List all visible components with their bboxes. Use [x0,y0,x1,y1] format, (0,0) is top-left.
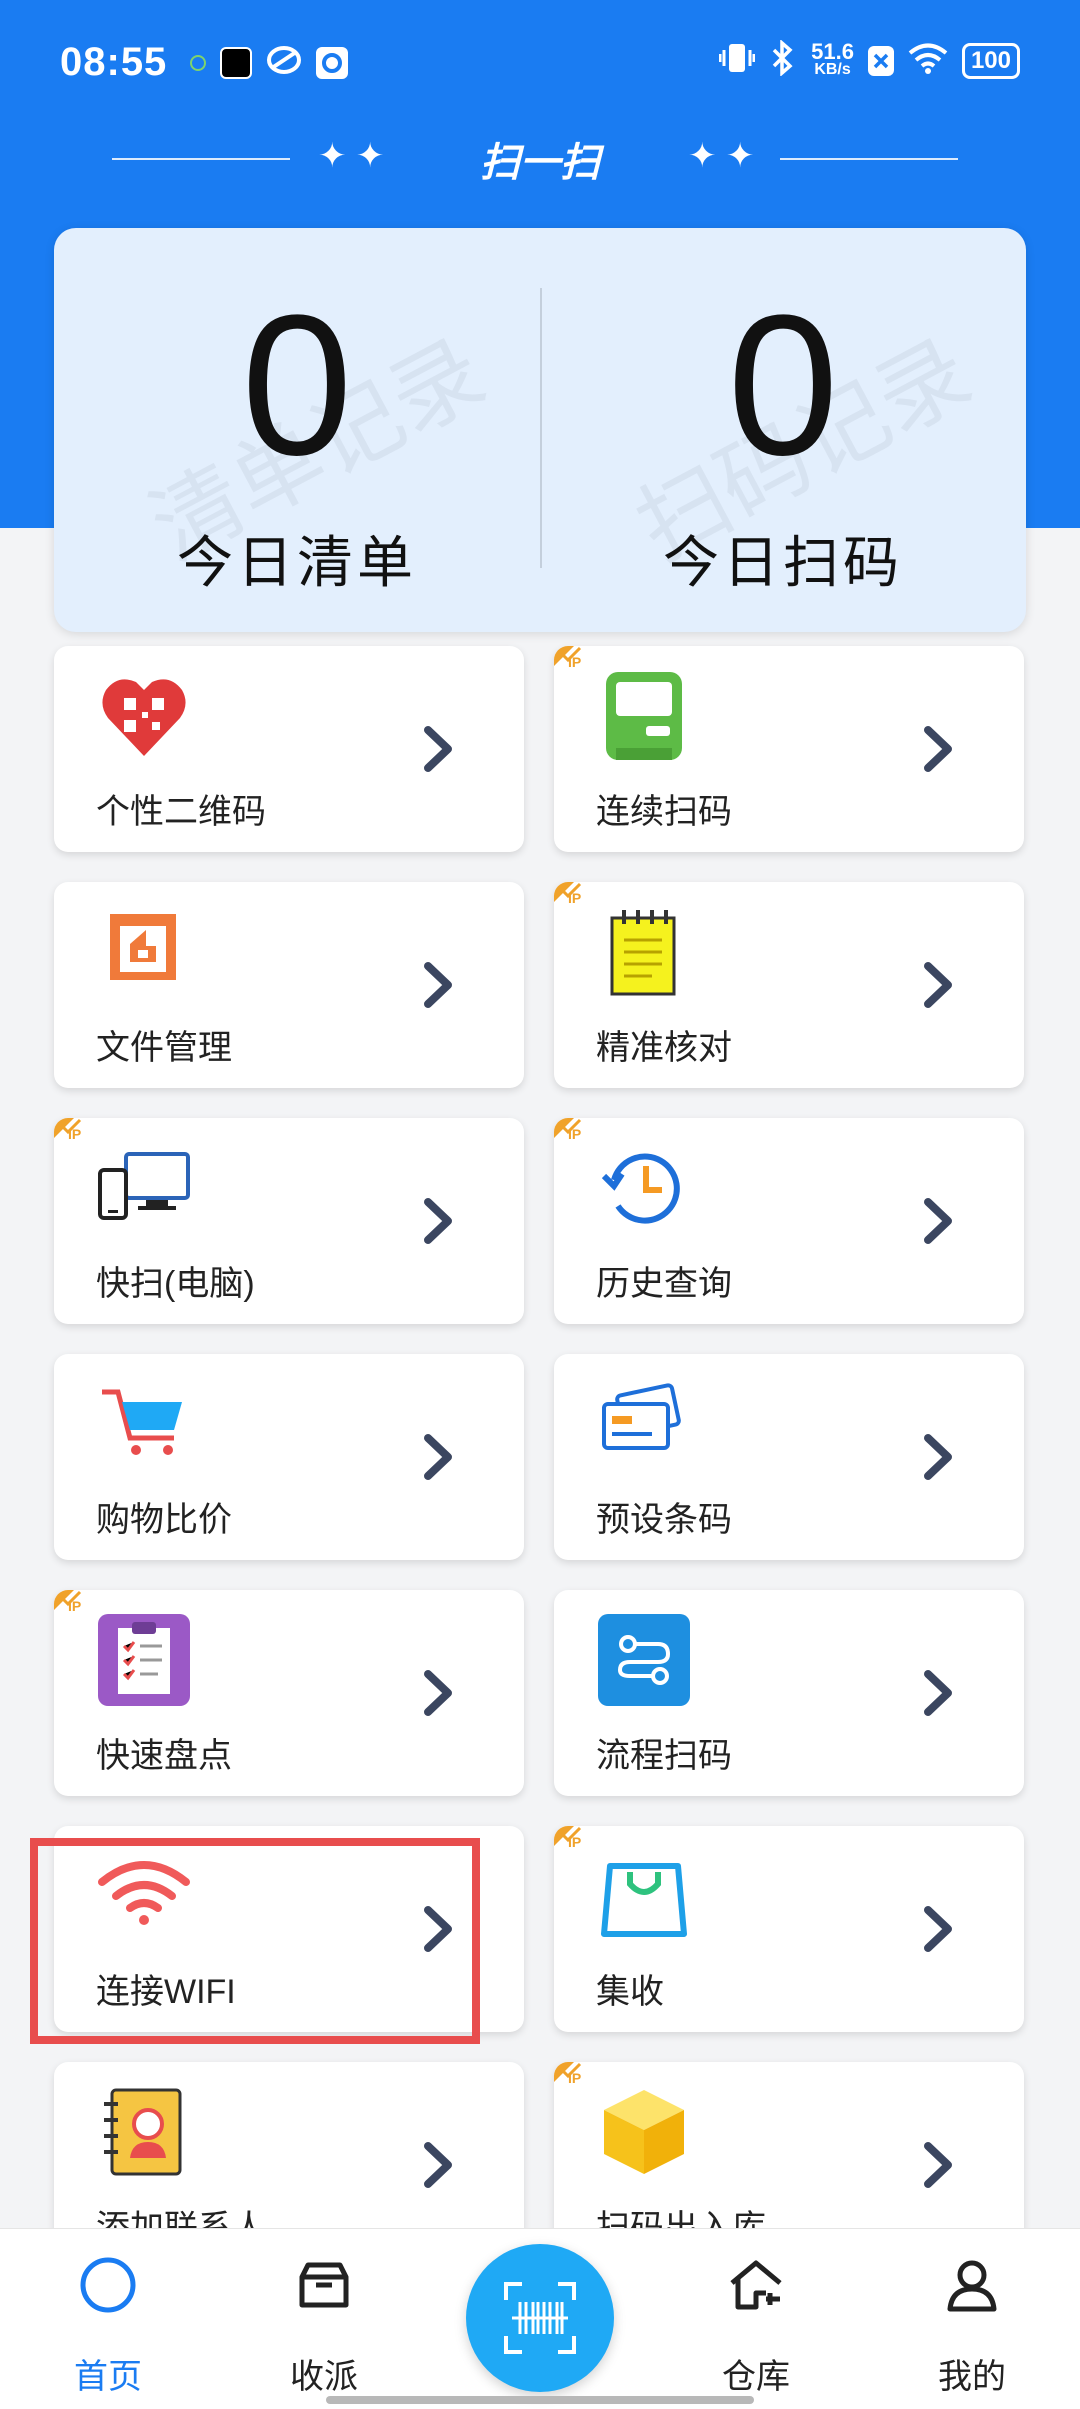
tile-history-clock[interactable]: IP 历史查询 [554,1118,1024,1324]
chevron-right-icon[interactable] [418,1196,458,1246]
warehouse-icon [726,2255,786,2315]
profile-icon [942,2255,1002,2315]
tile-yellow-notepad[interactable]: IP 精准核对 [554,882,1024,1088]
notification-dot-icon [190,54,206,71]
tile-label: 集收 [596,1973,664,2011]
nav-dispatch-label: 收派 [290,2358,358,2396]
phone-computer-icon [96,1140,192,1236]
tile-label: 流程扫码 [596,1737,732,1775]
highlight-box [30,1838,480,2044]
vip-badge-icon: IP [554,1118,588,1152]
vip-badge-icon: IP [54,1590,88,1624]
vip-badge-icon: IP [554,646,588,680]
shopping-cart-icon [96,1376,192,1472]
vip-badge-text: IP [568,654,582,670]
tile-label: 快速盘点 [96,1737,232,1775]
title-stars-right: ✦ ✦ [688,137,755,175]
chevron-right-icon[interactable] [418,2140,458,2190]
tile-label: 预设条码 [596,1501,732,1539]
vip-badge-icon: IP [54,1118,88,1152]
browser-icon [266,44,302,81]
chevron-right-icon[interactable] [418,1668,458,1718]
nav-mine[interactable]: 我的 [892,2229,1052,2409]
nav-home-label: 首页 [74,2358,142,2396]
title-line-right [780,158,958,160]
vip-badge-icon: IP [554,1826,588,1860]
vip-badge-text: IP [568,1834,582,1850]
status-time: 08:55 [60,40,168,84]
today-stats-card: 清单记录 0 今日清单 扫码记录 0 今日扫码 [54,228,1026,632]
tile-label: 精准核对 [596,1029,732,1067]
chevron-right-icon[interactable] [918,1196,958,1246]
today-scan-count: 0 [727,274,839,497]
chevron-right-icon[interactable] [918,1432,958,1482]
folder-frame-icon [96,904,192,1000]
tile-label: 连续扫码 [596,793,732,831]
today-list-label: 今日清单 [177,531,417,594]
chevron-right-icon[interactable] [918,960,958,1010]
nav-mine-label: 我的 [938,2358,1006,2396]
tile-phone-computer[interactable]: IP 快扫(电脑) [54,1118,524,1324]
tile-folder-frame[interactable]: 文件管理 [54,882,524,1088]
chevron-right-icon[interactable] [418,1432,458,1482]
fingerprint-qr-heart-icon [96,668,192,764]
tile-label: 历史查询 [596,1265,732,1303]
box-icon [294,2255,354,2315]
vip-badge-text: IP [568,890,582,906]
tile-shopping-cart[interactable]: 购物比价 [54,1354,524,1560]
today-scan-stat[interactable]: 扫码记录 0 今日扫码 [540,228,1026,632]
wifi-icon [908,42,948,79]
tile-green-terminal[interactable]: IP 连续扫码 [554,646,1024,852]
scan-button[interactable] [466,2244,614,2392]
chevron-right-icon[interactable] [918,724,958,774]
today-list-stat[interactable]: 清单记录 0 今日清单 [54,228,540,632]
preset-card-icon [596,1376,692,1472]
status-bar: 08:55 51.6 KB/s 100 [0,0,1080,120]
today-scan-label: 今日扫码 [663,531,903,594]
tile-label: 个性二维码 [96,793,266,831]
home-circle-icon [78,2255,138,2315]
nav-warehouse-label: 仓库 [722,2358,790,2396]
vibrate-icon [718,41,756,80]
tile-label: 购物比价 [96,1501,232,1539]
chevron-right-icon[interactable] [918,1668,958,1718]
vip-badge-text: IP [568,1126,582,1142]
vip-badge-icon: IP [554,2062,588,2096]
vip-badge-icon: IP [554,882,588,916]
bluetooth-icon [769,39,797,81]
chevron-right-icon[interactable] [418,724,458,774]
battery-icon: 100 [961,42,1020,79]
vip-badge-text: IP [68,1598,82,1614]
chevron-right-icon[interactable] [418,960,458,1010]
app-icon [316,46,348,79]
today-list-count: 0 [241,274,353,497]
vip-badge-text: IP [68,1126,82,1142]
history-clock-icon [596,1140,692,1236]
shopping-bag-icon [596,1848,692,1944]
chevron-right-icon[interactable] [918,2140,958,2190]
clipboard-checklist-icon [96,1612,192,1708]
tile-label: 快扫(电脑) [96,1265,255,1303]
home-indicator [326,2396,754,2404]
tile-workflow[interactable]: 流程扫码 [554,1590,1024,1796]
yellow-notepad-icon [596,904,692,1000]
scan-barcode-icon [500,2278,580,2363]
tile-label: 文件管理 [96,1029,232,1067]
net-speed: 51.6 KB/s [811,38,854,78]
tile-preset-card[interactable]: 预设条码 [554,1354,1024,1560]
contact-book-icon [96,2084,192,2180]
x-icon [867,45,894,76]
workflow-icon [596,1612,692,1708]
tile-shopping-bag[interactable]: IP 集收 [554,1826,1024,2032]
nav-dispatch[interactable]: 收派 [244,2229,404,2409]
green-terminal-icon [596,668,692,764]
nav-warehouse[interactable]: 仓库 [676,2229,836,2409]
vip-badge-text: IP [568,2070,582,2086]
tiktok-icon [220,46,252,79]
chevron-right-icon[interactable] [918,1904,958,1954]
yellow-box-icon [596,2084,692,2180]
nav-home[interactable]: 首页 [28,2229,188,2409]
tile-clipboard-checklist[interactable]: IP 快速盘点 [54,1590,524,1796]
tile-fingerprint-qr-heart[interactable]: 个性二维码 [54,646,524,852]
